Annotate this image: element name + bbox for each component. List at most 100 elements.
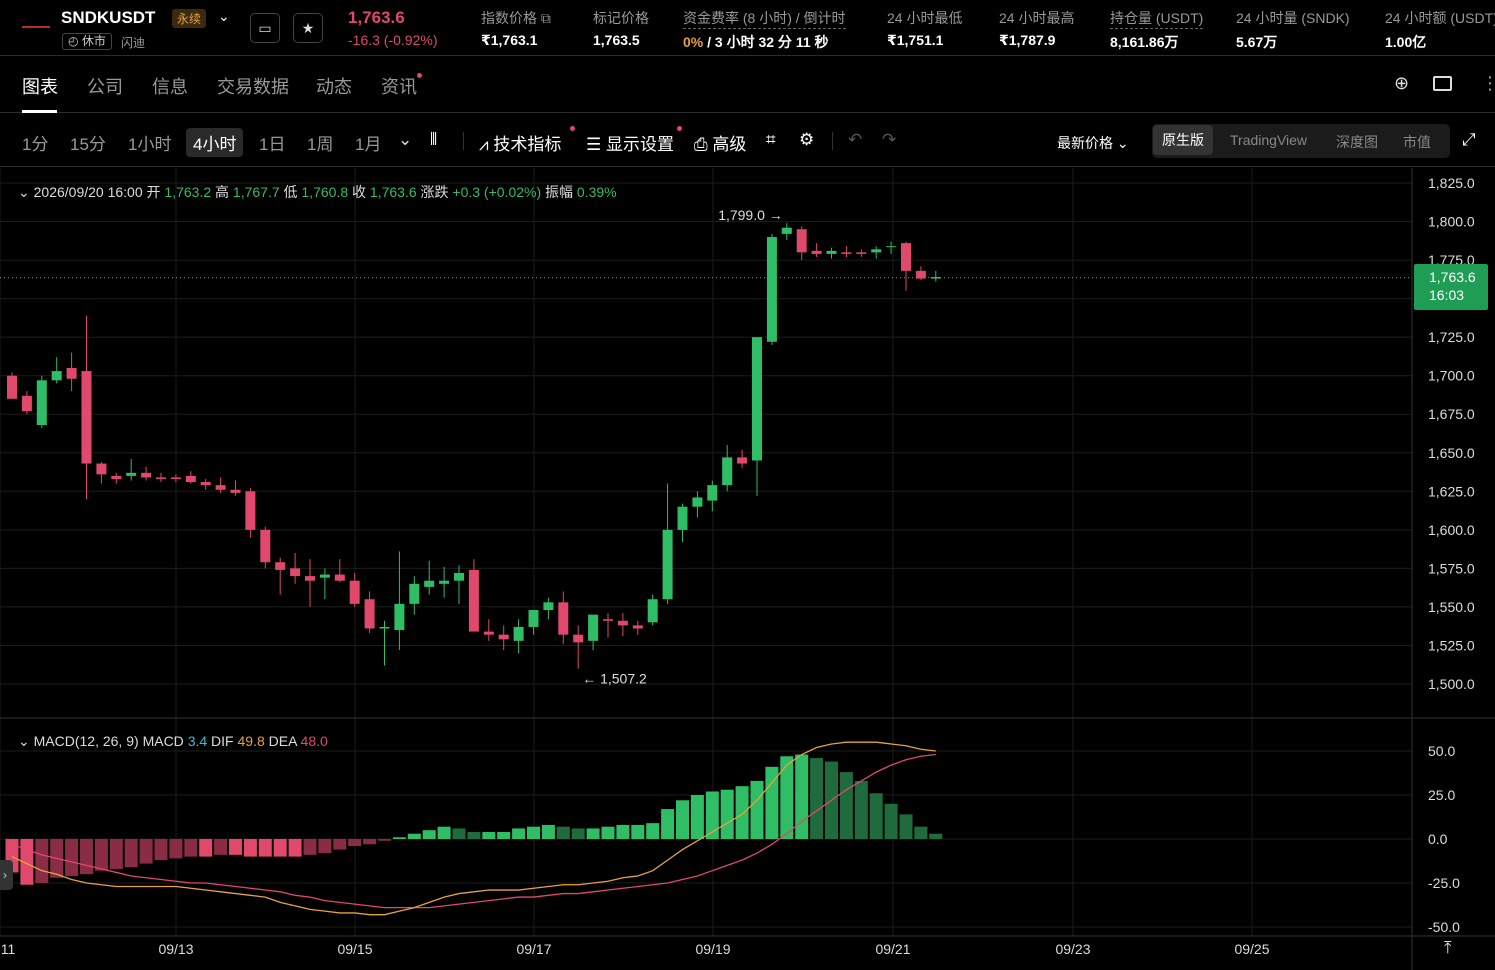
y-axis-tick-label: 1,700.0 xyxy=(1428,368,1475,384)
ohlc-close-label: 收 xyxy=(352,184,367,200)
candle-body xyxy=(51,371,62,381)
last-price: 1,763.6 xyxy=(348,8,405,27)
layout-window-icon[interactable] xyxy=(1433,76,1452,91)
advanced-label: 高级 xyxy=(712,135,747,154)
stat-label-funding-rate[interactable]: 资金费率 (8 小时) / 倒计时 xyxy=(683,8,846,29)
book-icon[interactable]: ▭ xyxy=(250,13,280,43)
dif-value: 49.8 xyxy=(237,733,265,749)
perpetual-badge: 永续 xyxy=(172,9,207,28)
tab-activity[interactable]: 动态 xyxy=(316,73,352,99)
interval-1mo[interactable]: 1月 xyxy=(355,130,381,155)
candle-body xyxy=(468,569,479,632)
indicator-icon: ⩘ xyxy=(479,135,489,154)
expand-panel-chevron-icon[interactable]: › xyxy=(0,860,13,890)
macd-histogram-bar xyxy=(65,839,79,876)
redo-icon[interactable]: ↷ xyxy=(882,130,896,150)
gear-icon[interactable]: ⚙ xyxy=(799,130,814,150)
candle-body xyxy=(558,602,569,635)
stat-value-open-interest: 8,161.86万 xyxy=(1110,34,1179,50)
view-native[interactable]: 原生版 xyxy=(1153,125,1213,155)
x-axis-tick-label: 09/17 xyxy=(516,941,551,957)
candle-body xyxy=(334,574,345,581)
stat-value-index-price: ₹1,763.1 xyxy=(481,32,538,48)
candle-type-icon[interactable]: ⫴ xyxy=(430,130,437,150)
min-price-label: ← 1,507.2 xyxy=(582,671,647,687)
candle-body xyxy=(573,634,584,643)
candle-body xyxy=(126,472,137,476)
stat-label-24h-volume: 24 小时量 (SNDK) xyxy=(1236,10,1350,26)
tab-trading-data[interactable]: 交易数据 xyxy=(217,73,289,99)
screenshot-icon[interactable]: ⌗ xyxy=(766,130,776,150)
interval-1w[interactable]: 1周 xyxy=(307,130,333,155)
macd-histogram-bar xyxy=(124,839,138,868)
y-axis-tick-label: 1,525.0 xyxy=(1428,637,1475,653)
star-icon[interactable]: ★ xyxy=(293,13,323,43)
ohlc-low: 1,760.8 xyxy=(301,184,349,200)
display-settings-button[interactable]: ☰ 显示设置 xyxy=(586,130,674,155)
macd-histogram-bar xyxy=(243,839,257,857)
tab-info[interactable]: 信息 xyxy=(152,73,188,99)
macd-name: MACD(12, 26, 9) xyxy=(33,733,139,749)
chevron-down-icon[interactable]: ⌄ xyxy=(218,8,230,25)
brand-logo xyxy=(22,26,50,28)
view-depth[interactable]: 深度图 xyxy=(1336,132,1378,152)
market-status-text: 休市 xyxy=(81,34,106,48)
interval-15m[interactable]: 15分 xyxy=(70,130,106,155)
candle-body xyxy=(528,610,539,627)
auto-scale-icon[interactable]: ⤒ xyxy=(1444,938,1452,958)
more-vertical-icon[interactable]: ⋮ xyxy=(1481,73,1495,94)
symbol-name[interactable]: SNDKUSDT xyxy=(61,8,155,28)
indicators-button[interactable]: ⩘ 技术指标 xyxy=(479,130,561,155)
tab-news[interactable]: 资讯 xyxy=(381,73,417,99)
interval-1m[interactable]: 1分 xyxy=(22,130,48,155)
undo-icon[interactable]: ↶ xyxy=(848,130,862,150)
candle-body xyxy=(245,491,256,530)
candle-body xyxy=(156,477,166,479)
macd-histogram-bar xyxy=(80,839,93,875)
chevron-down-icon[interactable]: ⌄ xyxy=(18,184,30,200)
tab-chart[interactable]: 图表 xyxy=(22,73,58,99)
macd-histogram-bar xyxy=(303,839,317,855)
toolbar-divider xyxy=(463,132,464,150)
interval-1d[interactable]: 1日 xyxy=(259,130,285,155)
chevron-down-icon[interactable]: ⌄ xyxy=(18,733,30,749)
x-axis-tick-label: 09/15 xyxy=(337,941,372,957)
macd-y-tick-label: -25.0 xyxy=(1428,875,1460,891)
x-axis-tick-label: 09/23 xyxy=(1055,941,1090,957)
external-link-icon[interactable]: ⧉ xyxy=(541,10,551,26)
macd-y-tick-label: 0.0 xyxy=(1428,831,1448,847)
candle-body xyxy=(662,529,673,600)
ohlc-change: +0.3 (+0.02%) xyxy=(452,184,542,200)
macd-histogram-bar xyxy=(273,839,287,857)
chart-area[interactable]: 1,825.01,800.01,775.01,750.01,725.01,700… xyxy=(0,168,1495,970)
advanced-button[interactable]: ⎙ 高级 xyxy=(694,130,746,155)
y-axis-tick-label: 1,725.0 xyxy=(1428,329,1475,345)
stat-label-open-interest[interactable]: 持仓量 (USDT) xyxy=(1110,8,1204,29)
indicators-dot xyxy=(570,126,575,131)
dea-label: DEA xyxy=(268,733,297,749)
ohlc-open-label: 开 xyxy=(146,184,161,200)
tab-company[interactable]: 公司 xyxy=(87,73,123,99)
candle-body xyxy=(766,236,777,342)
macd-histogram-bar xyxy=(750,780,764,839)
macd-label: MACD xyxy=(142,733,184,749)
macd-histogram-bar xyxy=(810,758,824,839)
interval-4h[interactable]: 4小时 xyxy=(186,128,244,157)
clock-icon: ◴ xyxy=(68,34,79,48)
macd-histogram-bar xyxy=(348,839,362,847)
price-change: -16.3 (-0.92%) xyxy=(348,32,438,48)
view-market-cap[interactable]: 市值 xyxy=(1403,132,1431,152)
candle-body xyxy=(81,371,92,464)
interval-1h[interactable]: 1小时 xyxy=(128,130,171,155)
fullscreen-icon[interactable]: ⤢ xyxy=(1462,130,1476,150)
stat-value-24h-volume: 5.67万 xyxy=(1236,34,1278,50)
view-tradingview[interactable]: TradingView xyxy=(1230,132,1307,148)
macd-histogram-bar xyxy=(735,786,749,839)
stat-label-index-price[interactable]: 指数价格 ⧉ xyxy=(481,8,551,28)
chart-toolbar: 1分 15分 1小时 4小时 1日 1周 1月 ⌄ ⫴ ⩘ 技术指标 ☰ 显示设… xyxy=(0,114,1495,167)
candlestick-chart[interactable]: 1,825.01,800.01,775.01,750.01,725.01,700… xyxy=(0,168,1495,970)
price-mode-select[interactable]: 最新价格 ⌄ xyxy=(1057,133,1129,153)
interval-more-chevron-icon[interactable]: ⌄ xyxy=(398,130,412,150)
y-axis-tick-label: 1,825.0 xyxy=(1428,175,1475,191)
alert-add-icon[interactable]: ⊕ xyxy=(1394,73,1409,94)
